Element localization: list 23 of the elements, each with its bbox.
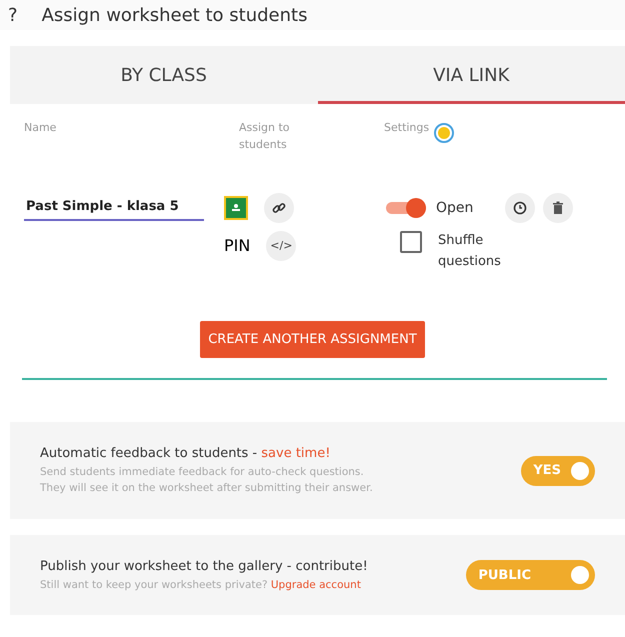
page-title: Assign worksheet to students — [42, 4, 308, 28]
tab[interactable]: VIA LINK — [318, 46, 625, 104]
open-toggle[interactable] — [384, 197, 428, 219]
column-header: Name — [24, 120, 56, 136]
checkbox-label: Shuffle questions — [438, 232, 502, 271]
column-header: Assign to students — [239, 120, 291, 152]
embed-button[interactable]: </> — [266, 231, 296, 261]
clock-icon[interactable] — [505, 193, 536, 223]
toggle-label: Open — [436, 198, 474, 218]
option-title: Publish your worksheet to the gallery - contribute! — [40, 558, 368, 576]
pin-button[interactable]: PIN — [224, 234, 250, 258]
option-description: Still want to keep your worksheets private? Upgrade account — [40, 578, 362, 593]
link-icon[interactable] — [264, 193, 294, 223]
create-assignment-button[interactable]: CREATE ANOTHER ASSIGNMENT — [200, 320, 425, 358]
delete-icon[interactable] — [543, 193, 574, 223]
help-icon[interactable]: ? — [8, 2, 18, 28]
tab[interactable]: BY CLASS — [10, 46, 318, 104]
classroom-icon[interactable] — [224, 196, 248, 220]
option-description: Send students immediate feedback for auto-check questions. They will see it on the worksheet after submitting their answer. — [40, 464, 373, 496]
shuffle-checkbox[interactable] — [400, 231, 422, 253]
column-header: Settings — [384, 120, 430, 136]
option-title: Automatic feedback to students - save time! — [40, 445, 332, 464]
name-field[interactable]: Past Simple - klasa 5 — [24, 195, 204, 220]
